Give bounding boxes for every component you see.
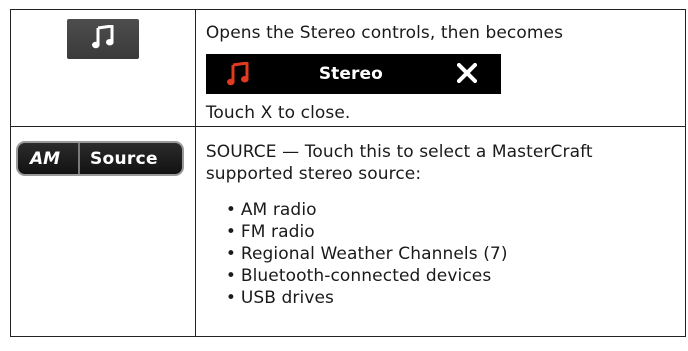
description-text: Touch X to close. (205, 103, 351, 123)
table-row: Opens the Stereo controls, then becomes … (10, 9, 687, 127)
list-item: AM radio (226, 199, 685, 221)
description-text: Opens the Stereo controls, then becomes (205, 23, 564, 43)
icon-cell (10, 9, 196, 127)
description-cell: SOURCE — Touch this to select a MasterCr… (194, 126, 687, 337)
source-current-label: AM (30, 148, 61, 169)
table-row: AM Source SOURCE — Touch this to select … (10, 126, 687, 337)
stereo-music-button[interactable] (66, 19, 139, 59)
list-item: Bluetooth-connected devices (226, 265, 685, 287)
stereo-title-bar: Stereo (205, 54, 501, 94)
list-item: USB drives (226, 287, 685, 309)
am-source-button[interactable]: AM Source (16, 141, 184, 176)
stereo-bar-title: Stereo (318, 64, 383, 84)
close-x-icon[interactable] (455, 62, 478, 88)
feature-table: Opens the Stereo controls, then becomes … (10, 9, 687, 337)
source-list: AM radio FM radio Regional Weather Chann… (196, 199, 685, 309)
music-note-icon (226, 61, 249, 91)
source-button-label: Source (90, 148, 158, 169)
description-text: SOURCE — Touch this to select a MasterCr… (205, 142, 593, 184)
list-item: FM radio (226, 221, 685, 243)
description-cell: Opens the Stereo controls, then becomes … (194, 9, 687, 127)
music-note-icon (91, 24, 114, 53)
icon-cell: AM Source (10, 126, 196, 337)
list-item: Regional Weather Channels (7) (226, 243, 685, 265)
